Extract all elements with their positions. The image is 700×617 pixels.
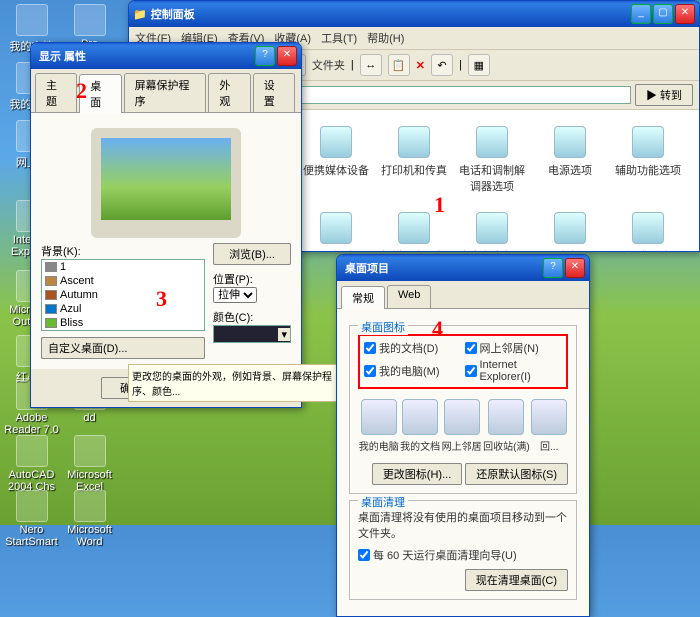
hint-bar: 更改您的桌面的外观，例如背景、屏幕保护程序、颜色... xyxy=(128,364,338,402)
icon-preview[interactable]: 我的文档 xyxy=(400,399,440,453)
tab-4[interactable]: 设置 xyxy=(253,73,295,112)
position-label: 位置(P): xyxy=(213,274,253,286)
move-button[interactable]: ↔ xyxy=(360,54,382,76)
tab-3[interactable]: 外观 xyxy=(208,73,250,112)
help-button[interactable]: ? xyxy=(543,258,563,278)
go-button[interactable]: ▶ 转到 xyxy=(635,84,693,106)
maximize-button[interactable]: ▢ xyxy=(653,4,673,24)
bg-item[interactable]: 1 xyxy=(42,260,204,274)
color-label: 颜色(C): xyxy=(213,312,253,324)
delete-icon[interactable]: ✕ xyxy=(416,59,425,72)
desktop-icon[interactable]: Microsoft Word xyxy=(62,490,117,548)
icon-checkbox[interactable]: Internet Explorer(I) xyxy=(465,359,563,383)
cp-title: 控制面板 xyxy=(147,6,629,22)
bg-item[interactable]: Bliss xyxy=(42,316,204,330)
menu-item[interactable]: 工具(T) xyxy=(321,33,357,45)
copy-button[interactable]: 📋 xyxy=(388,54,410,76)
di-tab-0[interactable]: 常规 xyxy=(341,286,385,309)
customize-desktop-button[interactable]: 自定义桌面(D)... xyxy=(41,337,205,359)
minimize-button[interactable]: _ xyxy=(631,4,651,24)
browse-button[interactable]: 浏览(B)... xyxy=(213,243,291,265)
bg-item[interactable]: Blue Lace 16 xyxy=(42,330,204,331)
background-label: 背景(K): xyxy=(41,246,81,258)
icon-preview[interactable]: 回收站(满) xyxy=(483,399,530,453)
desktop-icons-group: 桌面图标 我的文档(D) 网上邻居(N) 我的电脑(M) Internet Ex… xyxy=(349,325,577,494)
icon-checkbox[interactable]: 我的电脑(M) xyxy=(364,359,462,383)
annotation-1: 1 xyxy=(434,192,445,218)
icon-preview[interactable]: 网上邻居 xyxy=(442,399,482,453)
annotation-3: 3 xyxy=(156,286,167,312)
undo-button[interactable]: ↶ xyxy=(431,54,453,76)
group-label: 桌面清理 xyxy=(358,494,408,510)
clean-now-button[interactable]: 现在清理桌面(C) xyxy=(465,569,568,591)
di-titlebar[interactable]: 桌面项目 ? ✕ xyxy=(337,255,589,281)
cp-item-power[interactable]: 电源选项 xyxy=(535,126,605,194)
icon-checkbox[interactable]: 网上邻居(N) xyxy=(465,340,563,356)
desktop-icon[interactable]: Microsoft Excel xyxy=(62,435,117,493)
views-button[interactable]: ▦ xyxy=(468,54,490,76)
restore-icon-button[interactable]: 还原默认图标(S) xyxy=(465,463,568,485)
cp-item-access[interactable]: 辅助功能选项 xyxy=(613,126,683,194)
annotation-4: 4 xyxy=(432,316,443,342)
cp-item-addremove[interactable]: 添加或删除程序 xyxy=(613,212,683,251)
help-button[interactable]: ? xyxy=(255,46,275,66)
bg-item[interactable]: Autumn xyxy=(42,288,204,302)
menu-item[interactable]: 帮助(H) xyxy=(367,33,404,45)
cp-item-mouse[interactable]: 鼠标 xyxy=(535,212,605,251)
cp-item-date[interactable]: 日期和时间 xyxy=(301,212,371,251)
display-properties-dialog: 显示 属性 ? ✕ 主题桌面屏幕保护程序外观设置 背景(K): 1AscentA… xyxy=(30,42,302,408)
desktop-cleanup-group: 桌面清理 桌面清理将没有使用的桌面项目移动到一个文件夹。 每 60 天运行桌面清… xyxy=(349,500,577,600)
cp-item-phone[interactable]: 电话和调制解调器选项 xyxy=(457,126,527,194)
background-list[interactable]: 1AscentAutumnAzulBlissBlue Lace 16 xyxy=(41,259,205,331)
cleanup-60-checkbox[interactable]: 每 60 天运行桌面清理向导(U) xyxy=(358,547,568,563)
bg-item[interactable]: Ascent xyxy=(42,274,204,288)
icon-preview[interactable]: 回... xyxy=(531,399,567,453)
cp-item-sound[interactable]: 声音和音频设备 xyxy=(457,212,527,251)
cp-item-media[interactable]: 便携媒体设备 xyxy=(301,126,371,194)
di-title: 桌面项目 xyxy=(341,260,541,276)
cleanup-text: 桌面清理将没有使用的桌面项目移动到一个文件夹。 xyxy=(358,509,568,541)
desktop-icon[interactable]: AutoCAD 2004 Chs xyxy=(4,435,59,493)
disp-titlebar[interactable]: 显示 属性 ? ✕ xyxy=(31,43,301,69)
close-button[interactable]: ✕ xyxy=(277,46,297,66)
cp-titlebar[interactable]: 📁 控制面板 _ ▢ ✕ xyxy=(129,1,699,27)
bg-item[interactable]: Azul xyxy=(42,302,204,316)
di-body: 桌面图标 我的文档(D) 网上邻居(N) 我的电脑(M) Internet Ex… xyxy=(337,309,589,616)
cp-item-printer[interactable]: 打印机和传真 xyxy=(379,126,449,194)
monitor-preview xyxy=(91,128,241,238)
icon-checkbox[interactable]: 我的文档(D) xyxy=(364,340,462,356)
di-tab-1[interactable]: Web xyxy=(387,285,431,308)
close-button[interactable]: ✕ xyxy=(675,4,695,24)
tab-2[interactable]: 屏幕保护程序 xyxy=(124,73,207,112)
annotation-2: 2 xyxy=(76,78,87,104)
tab-0[interactable]: 主题 xyxy=(35,73,77,112)
change-icon-button[interactable]: 更改图标(H)... xyxy=(372,463,462,485)
icon-preview[interactable]: 我的电脑 xyxy=(359,399,399,453)
position-select[interactable]: 拉伸 xyxy=(213,287,257,303)
desktop-items-dialog: 桌面项目 ? ✕ 常规Web 桌面图标 我的文档(D) 网上邻居(N) 我的电脑… xyxy=(336,254,590,617)
folder-icon: 📁 xyxy=(133,8,147,21)
desktop-icon[interactable]: Nero StartSmart xyxy=(4,490,59,548)
folders-label: 文件夹 xyxy=(312,57,345,73)
disp-tabs: 主题桌面屏幕保护程序外观设置 xyxy=(31,69,301,113)
disp-body: 背景(K): 1AscentAutumnAzulBlissBlue Lace 1… xyxy=(31,113,301,369)
close-button[interactable]: ✕ xyxy=(565,258,585,278)
di-tabs: 常规Web xyxy=(337,281,589,309)
color-picker[interactable]: ▾ xyxy=(278,328,290,341)
group-label: 桌面图标 xyxy=(358,319,408,335)
disp-title: 显示 属性 xyxy=(35,48,253,64)
